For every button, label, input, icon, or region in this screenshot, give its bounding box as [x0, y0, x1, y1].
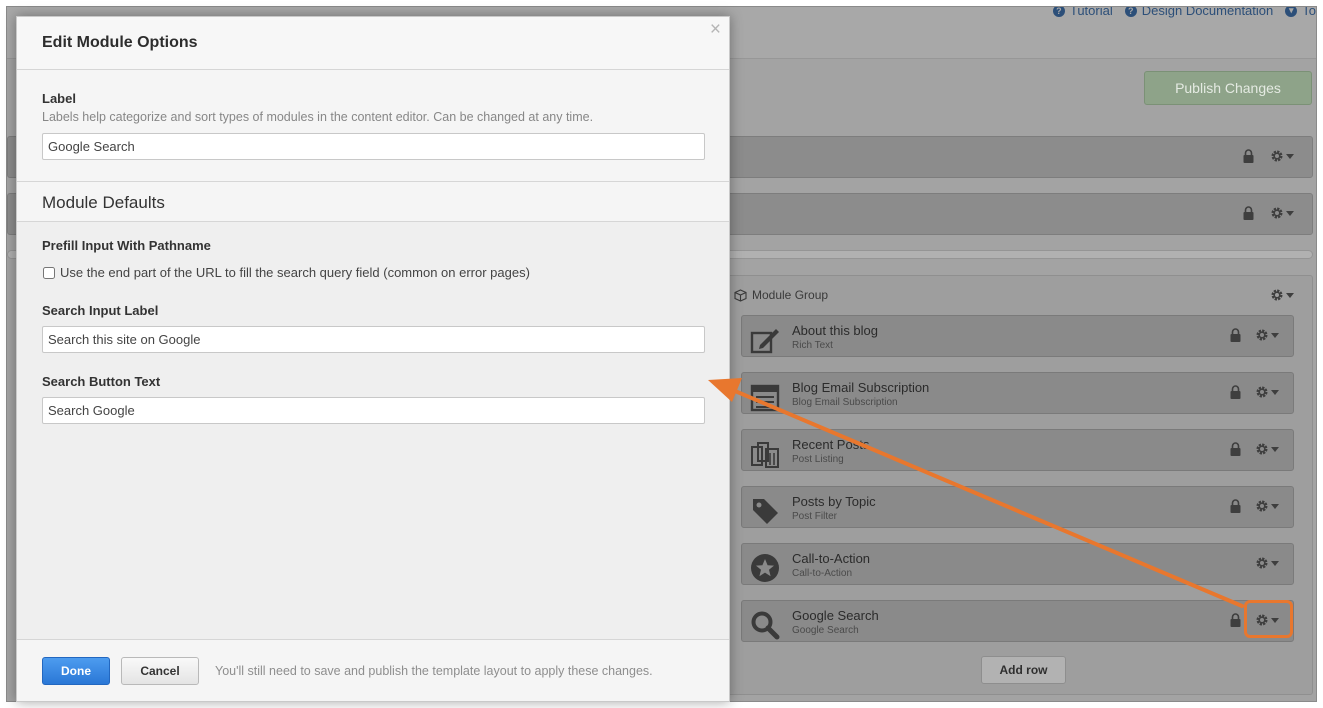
- chevron-down-icon: [1286, 210, 1294, 216]
- gear-icon: [1256, 386, 1268, 398]
- done-button[interactable]: Done: [42, 657, 110, 685]
- edit-icon: [750, 329, 779, 354]
- help-links: ? Tutorial ? Design Documentation ▾ To: [1052, 7, 1316, 18]
- modal-footer: Done Cancel You'll still need to save an…: [17, 639, 729, 701]
- label-input[interactable]: [42, 133, 705, 160]
- chevron-down-icon: [1271, 503, 1279, 509]
- module-type: Rich Text: [792, 340, 833, 351]
- third-help-link[interactable]: ▾ To: [1285, 7, 1316, 18]
- gear-icon: [1271, 150, 1283, 162]
- module-item-posts-by-topic[interactable]: Posts by Topic Post Filter: [741, 486, 1294, 528]
- module-name: About this blog: [792, 323, 879, 338]
- prefill-checkbox-label[interactable]: Use the end part of the URL to fill the …: [60, 265, 530, 280]
- cancel-button[interactable]: Cancel: [121, 657, 199, 685]
- prefill-checkbox[interactable]: [43, 267, 55, 279]
- module-defaults-header: Module Defaults: [17, 182, 729, 222]
- module-settings-button[interactable]: [1255, 328, 1279, 342]
- module-name: Call-to-Action: [792, 551, 871, 566]
- publish-changes-button[interactable]: Publish Changes: [1144, 71, 1312, 105]
- module-type: Post Listing: [792, 454, 844, 465]
- gear-icon: [1256, 329, 1268, 341]
- row-settings-button[interactable]: [1270, 206, 1294, 220]
- search-button-text-heading: Search Button Text: [42, 374, 161, 389]
- chevron-down-icon: [1286, 292, 1294, 298]
- tag-icon: [753, 499, 778, 524]
- design-documentation-link[interactable]: ? Design Documentation: [1124, 7, 1273, 18]
- chevron-down-icon: [1271, 446, 1279, 452]
- prefill-heading: Prefill Input With Pathname: [42, 238, 211, 253]
- module-type: Blog Email Subscription: [792, 397, 898, 408]
- chevron-down-icon: [1271, 389, 1279, 395]
- module-name: Google Search: [792, 608, 879, 623]
- tutorial-link[interactable]: ? Tutorial: [1052, 7, 1113, 18]
- star-icon: [751, 554, 779, 582]
- lock-icon: [1230, 442, 1241, 456]
- label-help-text: Labels help categorize and sort types of…: [42, 110, 594, 124]
- module-type: Post Filter: [792, 511, 838, 522]
- lock-icon: [1243, 149, 1254, 163]
- lock-icon: [1230, 499, 1241, 513]
- module-group: Module Group About this blog Rich Text B…: [727, 275, 1313, 695]
- search-button-text-field[interactable]: [42, 397, 705, 424]
- help-icon: ?: [1052, 7, 1065, 17]
- module-type: Call-to-Action: [792, 568, 853, 579]
- module-settings-button[interactable]: [1255, 442, 1279, 456]
- gear-icon: [1256, 443, 1268, 455]
- lock-icon: [1230, 385, 1241, 399]
- module-defaults-section: Prefill Input With Pathname Use the end …: [17, 222, 729, 640]
- chevron-down-icon: [1286, 153, 1294, 159]
- edit-module-options-modal: Edit Module Options × Label Labels help …: [16, 16, 730, 702]
- module-item-blog-email-subscription[interactable]: Blog Email Subscription Blog Email Subsc…: [741, 372, 1294, 414]
- lock-icon: [1243, 206, 1254, 220]
- module-item-recent-posts[interactable]: Recent Posts Post Listing: [741, 429, 1294, 471]
- module-type: Google Search: [792, 625, 859, 636]
- row-settings-button[interactable]: [1270, 149, 1294, 163]
- module-name: Recent Posts: [792, 437, 870, 452]
- modal-title: Edit Module Options: [42, 34, 198, 51]
- gear-icon: [1256, 500, 1268, 512]
- gear-icon: [1271, 207, 1283, 219]
- lock-icon: [1230, 328, 1241, 342]
- help-icon: ?: [1124, 7, 1137, 17]
- module-item-google-search[interactable]: Google Search Google Search: [741, 600, 1294, 642]
- module-item-about-this-blog[interactable]: About this blog Rich Text: [741, 315, 1294, 357]
- module-name: Blog Email Subscription: [792, 380, 930, 395]
- search-icon: [751, 611, 780, 640]
- footer-note: You'll still need to save and publish th…: [215, 664, 653, 678]
- add-row-button[interactable]: Add row: [981, 656, 1066, 684]
- group-settings-button[interactable]: [1270, 288, 1294, 302]
- cube-icon: [734, 288, 747, 302]
- label-heading: Label: [42, 91, 76, 106]
- gear-icon: [1271, 289, 1283, 301]
- chevron-down-icon: [1271, 332, 1279, 338]
- module-item-call-to-action[interactable]: Call-to-Action Call-to-Action: [741, 543, 1294, 585]
- search-input-label-field[interactable]: [42, 326, 705, 353]
- email-form-icon: [750, 384, 780, 412]
- gear-icon: [1256, 557, 1268, 569]
- chevron-down-icon: [1271, 560, 1279, 566]
- module-group-title: Module Group: [752, 288, 829, 302]
- module-name: Posts by Topic: [792, 494, 876, 509]
- close-icon[interactable]: ×: [710, 20, 721, 40]
- lock-icon: [1230, 613, 1241, 627]
- module-settings-button[interactable]: [1255, 556, 1279, 570]
- module-settings-button[interactable]: [1255, 499, 1279, 513]
- module-defaults-title: Module Defaults: [42, 193, 165, 212]
- module-settings-button[interactable]: [1255, 385, 1279, 399]
- post-listing-icon: [751, 442, 779, 468]
- chevron-down-icon: ▾: [1285, 7, 1298, 17]
- search-input-label-heading: Search Input Label: [42, 303, 159, 318]
- annotation-highlight-box: [1244, 600, 1293, 638]
- label-section: Label Labels help categorize and sort ty…: [17, 70, 729, 182]
